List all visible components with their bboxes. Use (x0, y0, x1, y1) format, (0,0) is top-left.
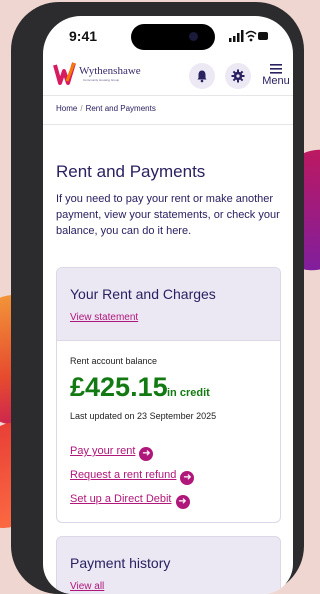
breadcrumb: Home / Rent and Payments (43, 95, 293, 125)
power-button (294, 198, 300, 276)
direct-debit-link[interactable]: Set up a Direct Debit ➜ (70, 493, 190, 509)
logo-subtitle: Community Housing Group (83, 78, 120, 82)
menu-label: Menu (262, 75, 290, 87)
pay-rent-label[interactable]: Pay your rent (70, 445, 135, 457)
pay-rent-link[interactable]: Pay your rent ➜ (70, 445, 154, 461)
notifications-button[interactable] (189, 63, 215, 89)
rent-card: Your Rent and Charges View statement Ren… (56, 267, 281, 523)
volume-down-button (18, 238, 24, 288)
camera-icon (189, 32, 198, 41)
payment-history-title: Payment history (70, 555, 171, 571)
dynamic-island (131, 24, 215, 50)
app-header: Wythenshawe Community Housing Group Menu (43, 56, 293, 96)
screen: 9:41 Wythenshawe Community Housing Group… (43, 16, 293, 594)
bell-icon (197, 70, 207, 83)
status-icons (229, 30, 268, 42)
view-statement-link[interactable]: View statement (70, 312, 138, 323)
rent-card-header: Your Rent and Charges View statement (57, 268, 280, 341)
status-time: 9:41 (69, 28, 98, 44)
menu-button[interactable]: Menu (261, 62, 291, 92)
view-all-link[interactable]: View all (70, 581, 104, 592)
page-intro: If you need to pay your rent or make ano… (56, 193, 280, 237)
arrow-right-icon[interactable]: ➜ (139, 447, 154, 461)
rent-card-title: Your Rent and Charges (70, 286, 216, 302)
last-updated: Last updated on 23 September 2025 (70, 411, 217, 421)
breadcrumb-home[interactable]: Home (56, 104, 77, 113)
logo-name: Wythenshawe (79, 65, 141, 77)
balance-amount: £425.15 (70, 372, 168, 402)
balance-label: Rent account balance (70, 356, 158, 366)
volume-up-button (18, 177, 24, 227)
payment-history-card: Payment history View all (56, 536, 281, 594)
status-bar: 9:41 (43, 16, 293, 60)
hamburger-icon (270, 64, 282, 74)
logo-mark-icon (53, 62, 76, 85)
rent-refund-link[interactable]: Request a rent refund ➜ (70, 469, 195, 485)
arrow-right-icon[interactable]: ➜ (175, 495, 190, 509)
page-title: Rent and Payments (56, 162, 206, 181)
action-button (18, 130, 24, 156)
credit-status: in credit (167, 387, 210, 399)
settings-button[interactable] (225, 63, 251, 89)
phone-frame: 9:41 Wythenshawe Community Housing Group… (11, 2, 304, 594)
breadcrumb-current: Rent and Payments (85, 104, 156, 113)
breadcrumb-separator: / (80, 104, 83, 113)
direct-debit-label[interactable]: Set up a Direct Debit (70, 493, 172, 505)
rent-refund-label[interactable]: Request a rent refund (70, 469, 176, 481)
logo[interactable]: Wythenshawe Community Housing Group (53, 61, 163, 91)
gear-icon (231, 69, 245, 83)
arrow-right-icon[interactable]: ➜ (180, 471, 195, 485)
